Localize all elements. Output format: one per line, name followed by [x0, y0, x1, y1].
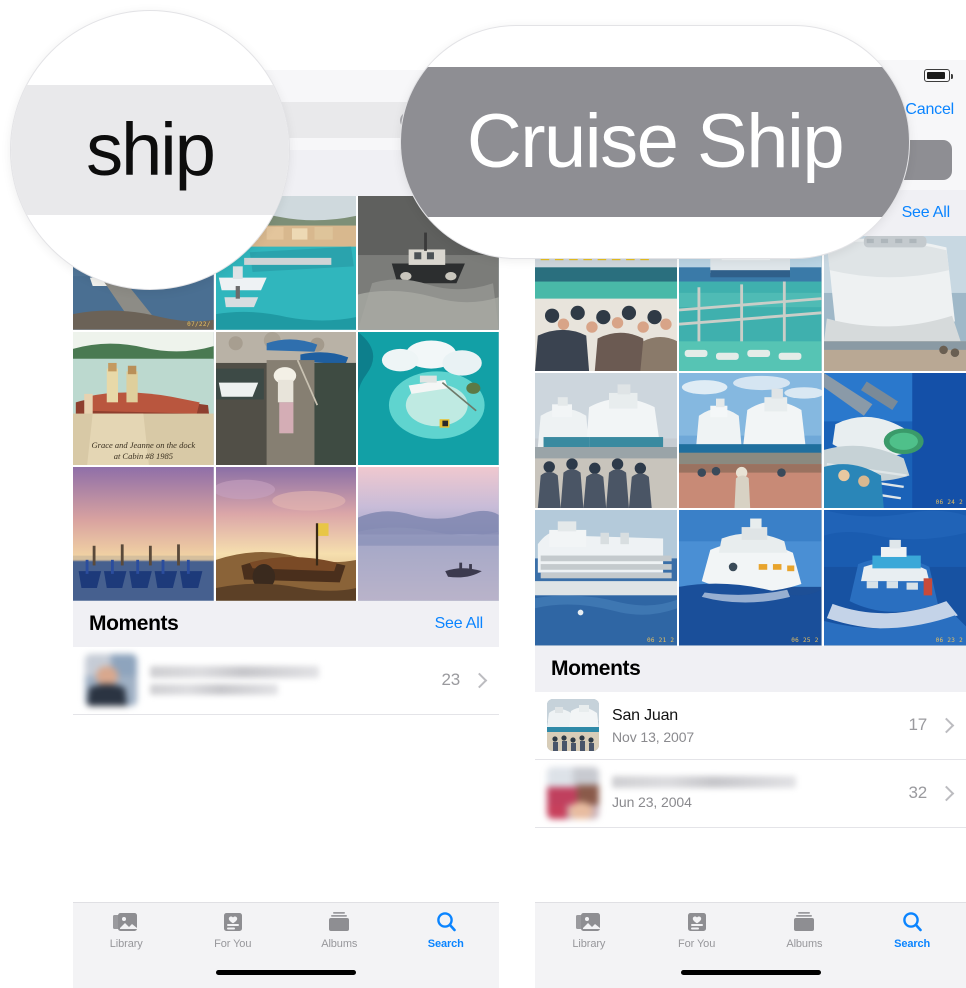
- magnified-search-text: ship: [86, 108, 216, 191]
- magnifier-bubble-right: Cruise Ship: [400, 25, 910, 259]
- tab-label: For You: [214, 938, 252, 950]
- library-icon: [575, 911, 602, 933]
- list-item[interactable]: San Juan Nov 13, 2007 17: [535, 691, 966, 760]
- photo-timestamp: 06 25 2: [791, 636, 819, 644]
- tab-label: Search: [894, 938, 931, 950]
- library-icon: [113, 911, 139, 933]
- for-you-icon: [684, 911, 710, 933]
- photo-timestamp: 07/22/: [187, 320, 211, 328]
- tab-label: Albums: [786, 938, 823, 950]
- magnifier-bubble-left: ship: [10, 10, 290, 290]
- moment-date: Jun 23, 2004: [612, 794, 692, 811]
- tab-search[interactable]: Search: [393, 911, 500, 950]
- moment-count: 17: [908, 715, 927, 735]
- photo-tile[interactable]: 06 21 2: [535, 510, 678, 646]
- tab-search[interactable]: Search: [858, 911, 966, 950]
- photo-tile[interactable]: [679, 373, 822, 509]
- moment-text: [150, 665, 441, 695]
- moment-title-redacted: [150, 665, 320, 678]
- tab-for-you[interactable]: For You: [180, 911, 287, 950]
- moment-date: Nov 13, 2007: [612, 728, 695, 745]
- moment-title: San Juan: [612, 706, 679, 724]
- tab-label: Search: [427, 938, 464, 950]
- photo-tile[interactable]: [215, 467, 357, 601]
- for-you-icon: [220, 911, 246, 933]
- list-item[interactable]: 23: [73, 646, 499, 715]
- moment-title-redacted: [612, 776, 796, 789]
- tab-bar: Library For You Albums Search: [73, 902, 499, 988]
- home-indicator[interactable]: [680, 970, 821, 975]
- photo-timestamp: 06 23 2: [935, 636, 963, 644]
- magnified-suggestion-pill: Cruise Ship: [401, 67, 909, 217]
- moment-text: San Juan Nov 13, 2007: [612, 706, 908, 745]
- tab-albums[interactable]: Albums: [751, 911, 859, 950]
- moment-count: 23: [441, 670, 460, 690]
- photo-timestamp: 06 24 2: [935, 499, 963, 507]
- photo-tile[interactable]: Grace and Jeanne on the dock at Cabin #8 …: [73, 331, 214, 466]
- moments-title: Moments: [89, 611, 179, 635]
- moment-thumbnail: [547, 699, 599, 752]
- tab-label: Library: [109, 938, 143, 950]
- photo-tile[interactable]: [823, 236, 966, 372]
- home-indicator[interactable]: [216, 970, 356, 975]
- moment-text: Jun 23, 2004: [612, 776, 908, 810]
- chevron-right-icon: [938, 785, 955, 801]
- tab-label: For You: [678, 938, 716, 950]
- magnified-search-field: ship: [11, 85, 289, 215]
- photo-timestamp: 06 21 2: [646, 636, 675, 644]
- photo-tile[interactable]: [215, 331, 357, 466]
- tab-label: Library: [572, 938, 606, 950]
- photo-grid: 06 24 2 06 21 2 06 25 2 06 23 2: [535, 236, 966, 646]
- moment-thumbnail: [85, 654, 137, 707]
- photo-tile[interactable]: [358, 467, 499, 601]
- photo-tile[interactable]: [535, 373, 678, 509]
- search-icon: [433, 911, 459, 933]
- photo-tile[interactable]: 06 24 2: [823, 373, 966, 509]
- photo-tile[interactable]: [358, 331, 499, 466]
- chevron-right-icon: [938, 717, 955, 733]
- see-all-photos-link[interactable]: See All: [902, 204, 951, 222]
- tab-albums[interactable]: Albums: [286, 911, 393, 950]
- tab-for-you[interactable]: For You: [643, 911, 751, 950]
- photo-tile[interactable]: 06 23 2: [823, 510, 966, 646]
- cancel-button[interactable]: Cancel: [905, 101, 954, 119]
- search-icon: [899, 911, 925, 933]
- photo-tile[interactable]: [73, 467, 214, 601]
- moment-thumbnail: [547, 767, 599, 820]
- moment-date-redacted: [150, 683, 279, 695]
- tab-library[interactable]: Library: [535, 911, 643, 950]
- moments-section-header: Moments See All: [73, 600, 499, 647]
- photo-tile[interactable]: 06 25 2: [679, 510, 822, 646]
- list-item[interactable]: Jun 23, 2004 32: [535, 759, 966, 828]
- photo-caption: Grace and Jeanne on the dock at Cabin #8 …: [91, 440, 196, 461]
- tab-library[interactable]: Library: [73, 911, 180, 950]
- battery-icon: [924, 69, 953, 82]
- tab-label: Albums: [321, 938, 358, 950]
- albums-icon: [326, 911, 352, 933]
- chevron-right-icon: [471, 672, 488, 689]
- tab-bar: Library For You Albums Search: [535, 902, 966, 988]
- moment-count: 32: [908, 783, 927, 803]
- see-all-moments-link[interactable]: See All: [435, 615, 484, 633]
- magnified-suggestion-text: Cruise Ship: [466, 99, 845, 184]
- albums-icon: [791, 911, 817, 933]
- moments-title: Moments: [551, 656, 641, 680]
- moments-section-header: Moments: [535, 645, 966, 692]
